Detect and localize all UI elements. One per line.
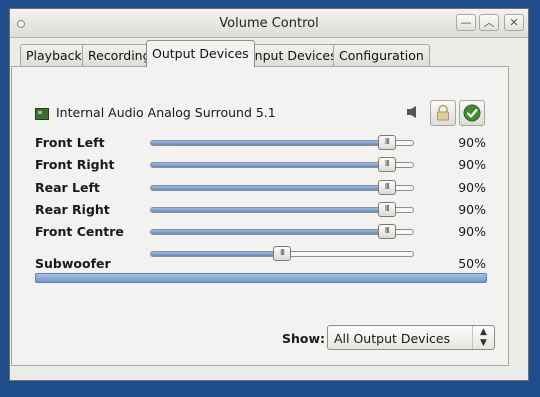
slider-handle[interactable]: III — [377, 202, 396, 217]
tab-configuration[interactable]: Configuration — [333, 44, 430, 66]
slider-fill — [151, 186, 387, 190]
window-title: Volume Control — [219, 16, 319, 31]
tab-playback[interactable]: Playback — [20, 44, 88, 66]
channel-label-front-left: Front Left — [35, 135, 105, 150]
value-rear-left: 90% — [458, 180, 486, 195]
slider-front-centre[interactable]: III — [150, 224, 414, 239]
tab-input-devices[interactable]: Input Devices — [245, 44, 343, 66]
channel-label-front-centre: Front Centre — [35, 224, 124, 239]
slider-handle[interactable]: III — [377, 157, 396, 172]
speaker-icon — [407, 106, 416, 118]
mute-toggle-button[interactable] — [459, 100, 485, 126]
tab-output-devices[interactable]: Output Devices — [146, 40, 255, 67]
value-subwoofer: 50% — [458, 256, 486, 271]
slider-front-right[interactable]: III — [150, 157, 414, 172]
slider-subwoofer[interactable]: III — [150, 246, 414, 261]
slider-rear-right[interactable]: III — [150, 202, 414, 217]
channel-label-rear-left: Rear Left — [35, 180, 100, 195]
chevron-updown-icon: ▲ ▼ — [472, 326, 494, 349]
channel-label-front-right: Front Right — [35, 157, 115, 172]
show-devices-dropdown[interactable]: All Output Devices ▲ ▼ — [327, 325, 495, 350]
minimize-button[interactable]: — — [456, 14, 476, 31]
lock-channels-button[interactable] — [430, 100, 456, 126]
channel-label-rear-right: Rear Right — [35, 202, 110, 217]
show-label: Show: — [282, 331, 326, 346]
horizontal-scrollbar[interactable] — [35, 273, 487, 283]
show-devices-selected: All Output Devices — [334, 331, 451, 346]
close-button[interactable]: ✕ — [504, 14, 524, 31]
slider-fill — [151, 208, 387, 212]
audio-card-icon — [35, 108, 49, 120]
slider-handle[interactable]: III — [377, 224, 396, 239]
slider-handle[interactable]: III — [377, 180, 396, 195]
slider-rear-left[interactable]: III — [150, 180, 414, 195]
title-bar[interactable]: Volume Control — ︿ ✕ — [10, 9, 528, 38]
value-front-right: 90% — [458, 157, 486, 172]
slider-handle[interactable]: III — [377, 135, 396, 150]
slider-fill — [151, 252, 282, 256]
value-rear-right: 90% — [458, 202, 486, 217]
value-front-centre: 90% — [458, 224, 486, 239]
slider-fill — [151, 141, 387, 145]
slider-handle[interactable]: III — [273, 246, 291, 261]
value-front-left: 90% — [458, 135, 486, 150]
device-name: Internal Audio Analog Surround 5.1 — [56, 105, 276, 120]
slider-fill — [151, 163, 387, 167]
checkmark-icon — [463, 104, 481, 122]
slider-front-left[interactable]: III — [150, 135, 414, 150]
slider-fill — [151, 230, 387, 234]
channel-label-subwoofer: Subwoofer — [35, 256, 111, 271]
lock-icon — [437, 104, 449, 121]
maximize-button[interactable]: ︿ — [479, 14, 499, 31]
